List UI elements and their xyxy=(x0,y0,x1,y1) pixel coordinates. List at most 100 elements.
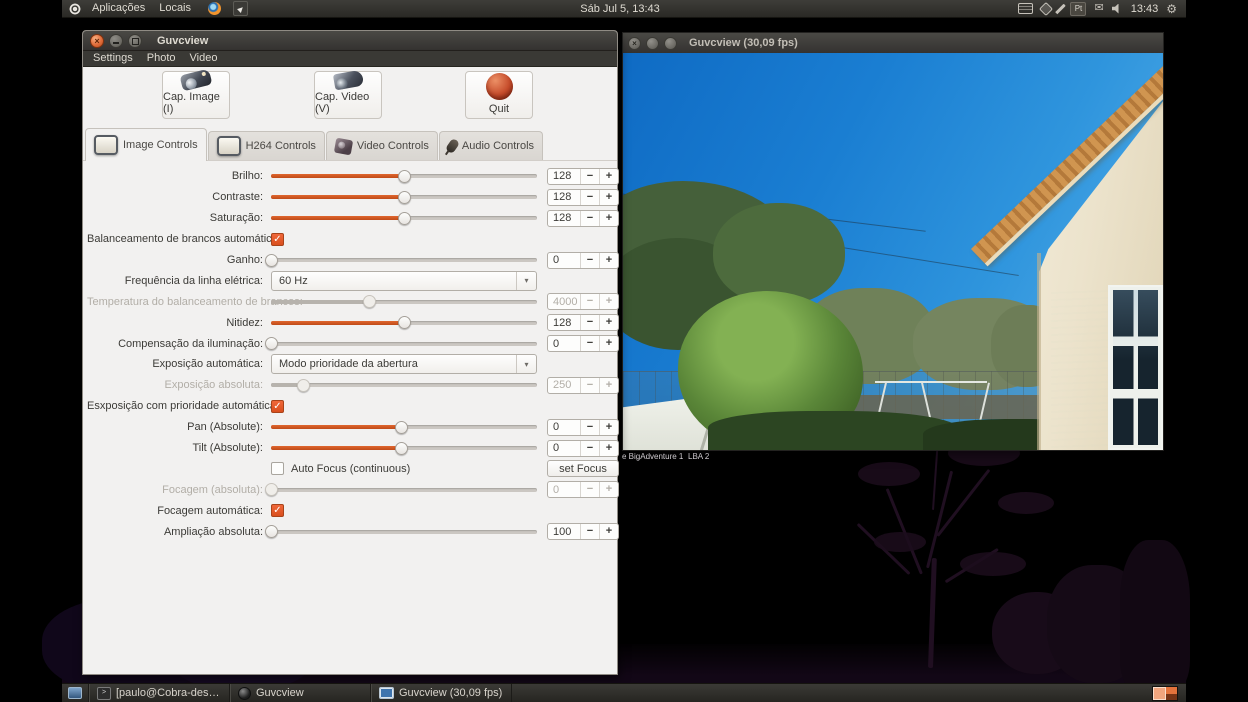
slider-pan-absolute[interactable] xyxy=(271,420,537,434)
window-titlebar[interactable]: × Guvcview xyxy=(83,31,617,51)
decrement-button[interactable]: − xyxy=(580,294,599,309)
close-icon[interactable]: × xyxy=(90,34,104,48)
checkbox-focagem-automatica[interactable]: ✓ xyxy=(271,504,284,517)
slider-handle[interactable] xyxy=(398,170,411,183)
slider-ampliacao-absoluta[interactable] xyxy=(271,525,537,539)
taskbar-item-guvcview-video[interactable]: Guvcview (30,09 fps) xyxy=(371,684,512,702)
input-pen-icon[interactable] xyxy=(1056,3,1067,14)
gear-icon[interactable]: ⚙ xyxy=(1166,3,1177,15)
slider-handle[interactable] xyxy=(297,379,310,392)
decrement-button[interactable]: − xyxy=(580,169,599,184)
dropdown-frequencia-linha-eletrica[interactable]: 60 Hz▾ xyxy=(271,271,537,291)
slider-focagem-absoluta[interactable] xyxy=(271,483,537,497)
decrement-button[interactable]: − xyxy=(580,441,599,456)
dropdown-exposicao-automatica[interactable]: Modo prioridade da abertura▾ xyxy=(271,354,537,374)
checkbox-auto-focus[interactable] xyxy=(271,462,284,475)
minimize-icon[interactable] xyxy=(646,37,659,50)
increment-button[interactable]: + xyxy=(599,336,618,351)
increment-button[interactable]: + xyxy=(599,211,618,226)
decrement-button[interactable]: − xyxy=(580,253,599,268)
language-badge[interactable]: Pt xyxy=(1070,2,1086,16)
increment-button[interactable]: + xyxy=(599,169,618,184)
decrement-button[interactable]: − xyxy=(580,482,599,497)
increment-button[interactable]: + xyxy=(599,315,618,330)
slider-nitidez[interactable] xyxy=(271,316,537,330)
minimize-icon[interactable] xyxy=(109,34,123,48)
desktop-icon-label[interactable]: LBA 2 xyxy=(688,452,709,461)
checkbox-exposicao-prioridade-automatica[interactable]: ✓ xyxy=(271,400,284,413)
tab-h264-controls[interactable]: H264 Controls xyxy=(208,131,325,160)
video-window-titlebar[interactable]: × Guvcview (30,09 fps) xyxy=(623,33,1163,53)
slider-brilho[interactable] xyxy=(271,169,537,183)
increment-button[interactable]: + xyxy=(599,294,618,309)
panel-clock[interactable]: Sáb Jul 5, 13:43 xyxy=(580,3,660,15)
slider-compensacao-iluminacao[interactable] xyxy=(271,337,537,351)
spinbox-tilt-absolute: 0−+ xyxy=(547,440,619,457)
increment-button[interactable]: + xyxy=(599,482,618,497)
slider-handle[interactable] xyxy=(395,442,408,455)
maximize-icon[interactable] xyxy=(128,34,142,48)
decrement-button[interactable]: − xyxy=(580,378,599,393)
slider-tilt-absolute[interactable] xyxy=(271,441,537,455)
slider-temperatura-balanceamento-brancos[interactable] xyxy=(271,295,537,309)
slider-handle[interactable] xyxy=(265,337,278,350)
workspace-active[interactable] xyxy=(1153,687,1166,700)
slider-handle[interactable] xyxy=(265,525,278,538)
menu-video[interactable]: Video xyxy=(183,51,225,66)
checkbox-balanceamento-brancos-automatico[interactable]: ✓ xyxy=(271,233,284,246)
decrement-button[interactable]: − xyxy=(580,420,599,435)
set-focus-button[interactable]: set Focus xyxy=(547,460,619,477)
slider-saturacao[interactable] xyxy=(271,211,537,225)
tab-video-controls[interactable]: Video Controls xyxy=(326,131,438,160)
workspace-other[interactable] xyxy=(1166,687,1177,700)
label-tilt-absolute: Tilt (Absolute): xyxy=(87,442,271,454)
workspace-switcher[interactable] xyxy=(1152,686,1178,701)
desktop-icon-label[interactable]: e BigAdventure 1 xyxy=(622,452,683,461)
update-indicator-icon[interactable] xyxy=(1039,1,1053,15)
decrement-button[interactable]: − xyxy=(580,336,599,351)
slider-exposicao-absoluta[interactable] xyxy=(271,378,537,392)
slider-contraste[interactable] xyxy=(271,190,537,204)
tray-clock[interactable]: 13:43 xyxy=(1131,3,1159,15)
firefox-launcher-icon[interactable] xyxy=(208,2,221,15)
slider-handle[interactable] xyxy=(363,295,376,308)
spinbox-focagem-absoluta: 0−+ xyxy=(547,481,619,498)
quit-button[interactable]: Quit xyxy=(465,71,533,119)
maximize-icon[interactable] xyxy=(664,37,677,50)
menu-photo[interactable]: Photo xyxy=(140,51,183,66)
slider-handle[interactable] xyxy=(398,316,411,329)
slider-handle[interactable] xyxy=(265,483,278,496)
decrement-button[interactable]: − xyxy=(580,315,599,330)
slider-handle[interactable] xyxy=(398,191,411,204)
show-desktop-button[interactable] xyxy=(62,684,89,702)
cap-video-button[interactable]: Cap. Video (V) xyxy=(314,71,382,119)
increment-button[interactable]: + xyxy=(599,441,618,456)
tool-launcher-icon[interactable]: ▶ xyxy=(233,1,248,16)
increment-button[interactable]: + xyxy=(599,190,618,205)
decrement-button[interactable]: − xyxy=(580,190,599,205)
keyboard-layout-icon[interactable] xyxy=(1018,3,1033,14)
slider-handle[interactable] xyxy=(265,254,278,267)
slider-handle[interactable] xyxy=(398,212,411,225)
increment-button[interactable]: + xyxy=(599,378,618,393)
decrement-button[interactable]: − xyxy=(580,211,599,226)
decrement-button[interactable]: − xyxy=(580,524,599,539)
slider-handle[interactable] xyxy=(395,421,408,434)
increment-button[interactable]: + xyxy=(599,253,618,268)
ubuntu-logo-icon[interactable] xyxy=(69,3,81,15)
menu-aplicacoes[interactable]: Aplicações xyxy=(85,0,152,17)
mail-icon[interactable]: ✉ xyxy=(1094,3,1103,14)
tab-image-controls[interactable]: Image Controls xyxy=(85,128,207,161)
cap-image-button[interactable]: Cap. Image (I) xyxy=(162,71,230,119)
taskbar-item-guvcview[interactable]: Guvcview xyxy=(230,684,371,702)
taskbar-item-terminal[interactable]: >[paulo@Cobra-deskt... xyxy=(89,684,230,702)
slider-ganho[interactable] xyxy=(271,253,537,267)
tab-label: Image Controls xyxy=(123,139,198,151)
menu-locais[interactable]: Locais xyxy=(152,0,198,17)
close-icon[interactable]: × xyxy=(628,37,641,50)
increment-button[interactable]: + xyxy=(599,524,618,539)
tab-audio-controls[interactable]: Audio Controls xyxy=(439,131,543,160)
menu-settings[interactable]: Settings xyxy=(86,51,140,66)
volume-icon[interactable] xyxy=(1112,4,1123,14)
increment-button[interactable]: + xyxy=(599,420,618,435)
